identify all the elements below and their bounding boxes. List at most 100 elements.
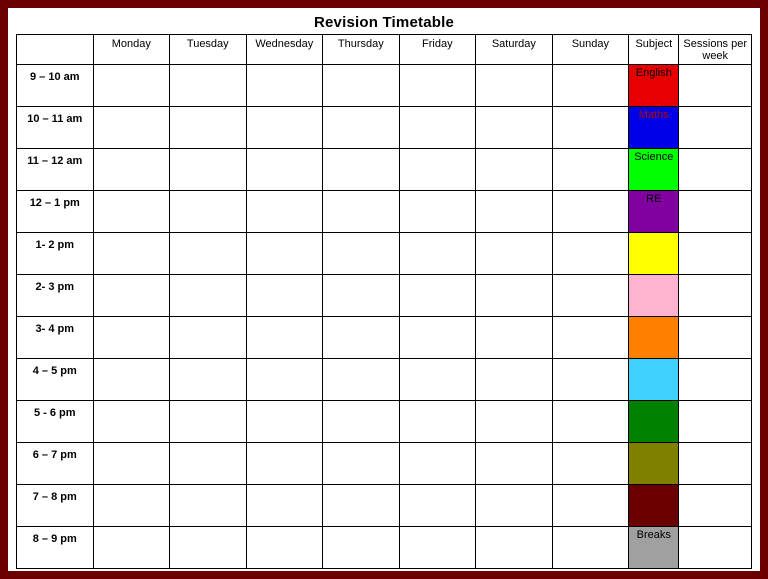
sessions-cell [679, 317, 752, 359]
slot-cell [170, 485, 247, 527]
table-row: 5 - 6 pm [17, 401, 752, 443]
slot-cell [399, 275, 476, 317]
slot-cell [476, 275, 553, 317]
slot-cell [93, 485, 170, 527]
sessions-cell [679, 443, 752, 485]
sessions-cell [679, 107, 752, 149]
subject-label: RE [629, 191, 678, 232]
subject-cell [629, 275, 679, 317]
slot-cell [93, 107, 170, 149]
header-sunday: Sunday [552, 35, 629, 65]
slot-cell [399, 149, 476, 191]
slot-cell [93, 401, 170, 443]
slot-cell [399, 233, 476, 275]
slot-cell [323, 485, 400, 527]
slot-cell [323, 359, 400, 401]
slot-cell [476, 233, 553, 275]
table-row: 11 – 12 amScience [17, 149, 752, 191]
slot-cell [476, 149, 553, 191]
slot-cell [323, 65, 400, 107]
sessions-cell [679, 359, 752, 401]
slot-cell [399, 443, 476, 485]
slot-cell [170, 527, 247, 569]
sessions-cell [679, 149, 752, 191]
header-subject: Subject [629, 35, 679, 65]
sessions-cell [679, 485, 752, 527]
slot-cell [399, 191, 476, 233]
slot-cell [476, 401, 553, 443]
slot-cell [246, 485, 323, 527]
slot-cell [476, 65, 553, 107]
page: Revision Timetable Monday Tuesday Wednes… [8, 8, 760, 571]
slot-cell [552, 401, 629, 443]
slot-cell [246, 233, 323, 275]
slot-cell [93, 65, 170, 107]
time-cell: 1- 2 pm [17, 233, 94, 275]
table-row: 12 – 1 pmRE [17, 191, 752, 233]
slot-cell [246, 359, 323, 401]
subject-label [629, 233, 678, 274]
time-cell: 2- 3 pm [17, 275, 94, 317]
subject-label [629, 275, 678, 316]
slot-cell [552, 485, 629, 527]
table-row: 7 – 8 pm [17, 485, 752, 527]
subject-label: Breaks [629, 527, 678, 568]
sessions-cell [679, 191, 752, 233]
slot-cell [246, 107, 323, 149]
timetable: Monday Tuesday Wednesday Thursday Friday… [16, 34, 752, 569]
header-row: Monday Tuesday Wednesday Thursday Friday… [17, 35, 752, 65]
table-row: 1- 2 pm [17, 233, 752, 275]
slot-cell [246, 527, 323, 569]
slot-cell [170, 233, 247, 275]
subject-label [629, 401, 678, 442]
slot-cell [93, 527, 170, 569]
time-cell: 5 - 6 pm [17, 401, 94, 443]
slot-cell [323, 443, 400, 485]
time-cell: 10 – 11 am [17, 107, 94, 149]
sessions-cell [679, 65, 752, 107]
slot-cell [246, 275, 323, 317]
slot-cell [552, 527, 629, 569]
slot-cell [323, 275, 400, 317]
time-cell: 6 – 7 pm [17, 443, 94, 485]
subject-label [629, 443, 678, 484]
time-cell: 8 – 9 pm [17, 527, 94, 569]
slot-cell [246, 149, 323, 191]
slot-cell [476, 485, 553, 527]
slot-cell [552, 191, 629, 233]
header-monday: Monday [93, 35, 170, 65]
page-title: Revision Timetable [16, 12, 752, 34]
subject-label [629, 485, 678, 526]
slot-cell [323, 527, 400, 569]
table-row: 4 – 5 pm [17, 359, 752, 401]
slot-cell [93, 443, 170, 485]
subject-cell [629, 401, 679, 443]
header-friday: Friday [399, 35, 476, 65]
header-sessions: Sessions per week [679, 35, 752, 65]
subject-label [629, 317, 678, 358]
slot-cell [323, 107, 400, 149]
slot-cell [323, 191, 400, 233]
table-row: 9 – 10 amEnglish [17, 65, 752, 107]
slot-cell [170, 191, 247, 233]
time-cell: 4 – 5 pm [17, 359, 94, 401]
subject-cell: Breaks [629, 527, 679, 569]
time-cell: 3- 4 pm [17, 317, 94, 359]
subject-cell [629, 485, 679, 527]
table-row: 10 – 11 amMaths [17, 107, 752, 149]
header-blank [17, 35, 94, 65]
subject-cell [629, 317, 679, 359]
slot-cell [170, 443, 247, 485]
slot-cell [246, 443, 323, 485]
slot-cell [399, 401, 476, 443]
subject-cell [629, 359, 679, 401]
subject-label [629, 359, 678, 400]
slot-cell [246, 191, 323, 233]
time-cell: 9 – 10 am [17, 65, 94, 107]
slot-cell [93, 317, 170, 359]
slot-cell [476, 317, 553, 359]
slot-cell [552, 65, 629, 107]
subject-label: Science [629, 149, 678, 190]
slot-cell [399, 65, 476, 107]
slot-cell [170, 107, 247, 149]
